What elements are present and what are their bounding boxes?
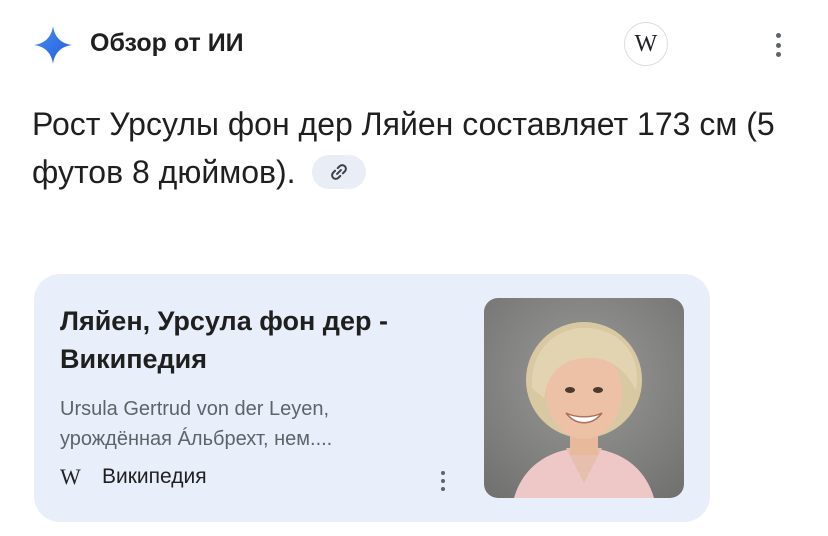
link-icon (331, 163, 348, 180)
source-card[interactable]: Ляйен, Урсула фон дер - Википедия Ursula… (34, 274, 710, 522)
source-link-chip[interactable] (312, 154, 367, 189)
card-title[interactable]: Ляйен, Урсула фон дер - Википедия (60, 302, 460, 378)
ai-answer: Рост Урсулы фон дер Ляйен составляет 173… (32, 100, 792, 196)
ai-overview-header: Обзор от ИИ W (0, 0, 828, 86)
card-snippet: Ursula Gertrud von der Leyen, урождённая… (60, 398, 333, 450)
card-more-options-icon[interactable] (434, 468, 452, 494)
card-source: W Википедия (60, 464, 207, 490)
source-name: Википедия (102, 465, 207, 488)
wikipedia-icon: W (60, 464, 81, 489)
more-options-icon[interactable] (764, 28, 792, 62)
wikipedia-source-icon[interactable]: W (624, 22, 668, 66)
wikipedia-letter: W (634, 30, 658, 57)
answer-text: Рост Урсулы фон дер Ляйен составляет 173… (32, 106, 775, 190)
portrait-photo[interactable] (484, 298, 684, 498)
gemini-spark-icon (34, 26, 72, 64)
ai-overview-title: Обзор от ИИ (90, 29, 244, 57)
portrait-image (484, 298, 684, 498)
